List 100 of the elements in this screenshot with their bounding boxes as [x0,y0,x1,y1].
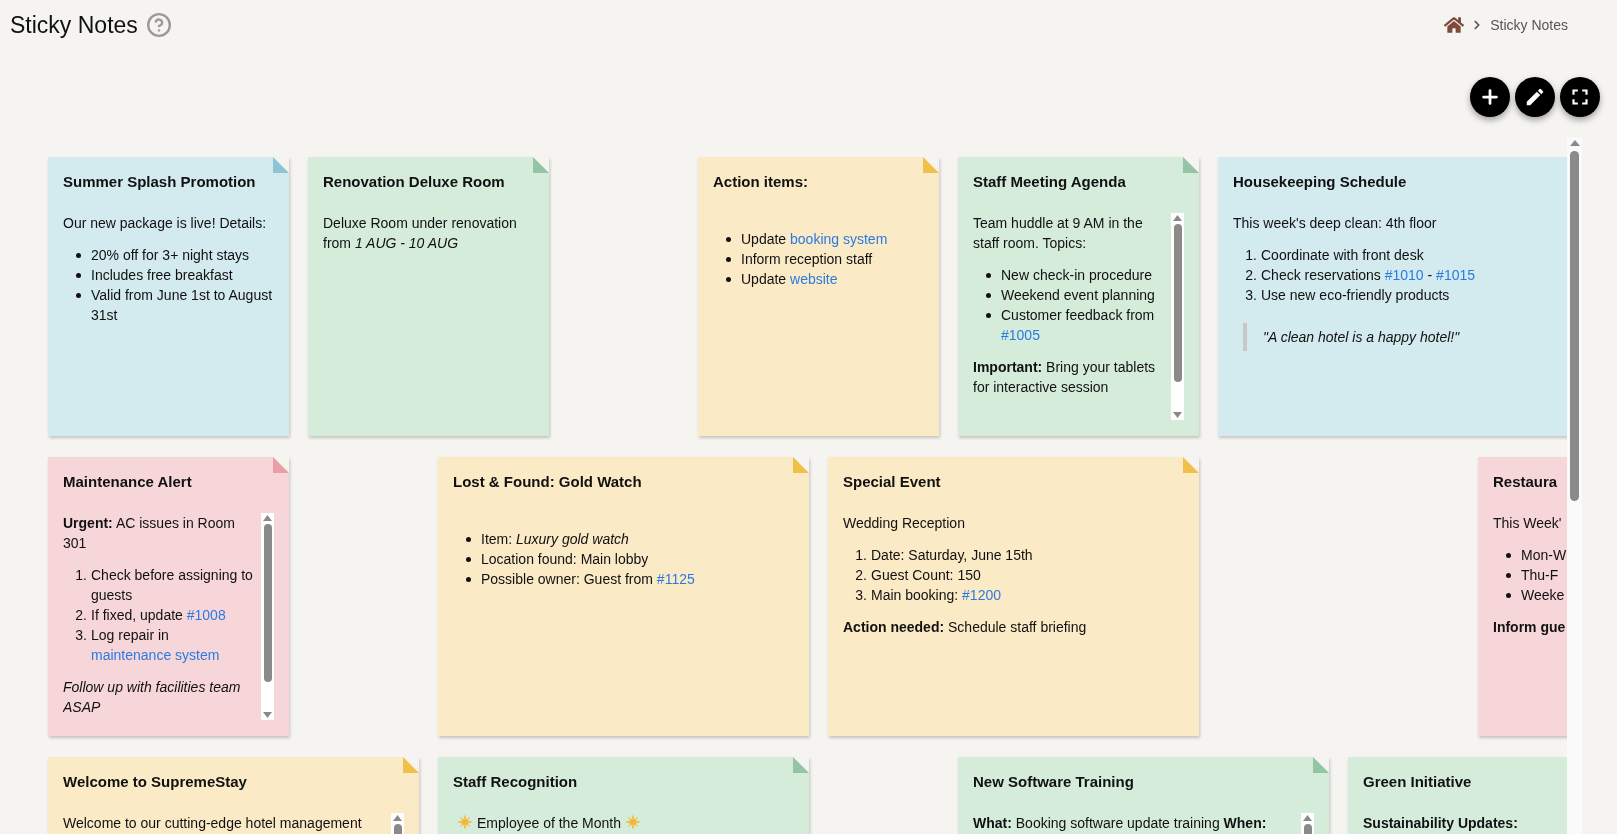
note-text: Follow up with facilities team ASAP [63,678,242,717]
note-text: This week's deep clean: 4th floor [1233,214,1438,233]
scroll-up-icon[interactable] [1569,140,1580,146]
list-number: 1. [855,546,867,565]
list-item: Guest Count: 150 [871,566,982,585]
list-item: Thu-F [1521,566,1560,585]
note-title: Restaura [1493,472,1558,492]
note-title: Action items: [713,172,808,192]
page-fold [533,157,549,173]
bullet-icon [726,237,731,242]
sticky-note[interactable]: Restaura This Week' Mon-W Thu-F Weeke Inform gue [1478,457,1567,736]
list-item: Inform reception staff [741,250,874,269]
add-button[interactable] [1470,77,1510,117]
list-item: Includes free breakfast [91,266,234,285]
edit-button[interactable] [1515,77,1555,117]
scroll-down-icon[interactable] [1173,412,1182,418]
list-item: Use new eco-friendly products [1261,286,1451,305]
note-text: This Week' [1493,514,1563,533]
sticky-note[interactable]: Maintenance Alert Urgent: AC issues in Room 301 1. Check before assigning to guests 2. If fixed, update #1008 3. Log repair in maintenance system Follow up with facilities team ASAP [48,457,289,736]
list-item: Update booking system [741,230,889,249]
list-item: Customer feedback from #1005 [1001,306,1156,345]
scroll-up-icon[interactable] [263,515,272,521]
list-item: If fixed, update #1008 [91,606,227,625]
sticky-note[interactable]: Welcome to SupremeStay Welcome to our cutting-edge hotel management [48,757,419,834]
list-item: Weekend event planning [1001,286,1156,305]
page-fold [1183,457,1199,473]
bullet-icon [1506,573,1511,578]
sticky-note[interactable]: New Software Training What: Booking software update training When: [958,757,1329,834]
page-fold [273,157,289,173]
bullet-icon [466,557,471,562]
bullet-icon [466,537,471,542]
sticky-note[interactable]: Staff Recognition Employee of the Month [438,757,809,834]
bullet-icon [986,293,991,298]
scrollbar-thumb[interactable] [1570,151,1579,501]
page-fold [1183,157,1199,173]
note-title: Housekeeping Schedule [1233,172,1407,192]
list-item: Item: Luxury gold watch [481,530,630,549]
link[interactable]: booking system [790,231,888,247]
link[interactable]: #1125 [656,571,695,587]
list-number: 3. [75,626,87,645]
sun-icon [457,814,473,830]
note-title: Renovation Deluxe Room [323,172,505,192]
note-text: Action needed: Schedule staff briefing [843,618,1088,637]
note-title: Staff Recognition [453,772,578,792]
sticky-note[interactable]: Lost & Found: Gold Watch Item: Luxury gold watch Location found: Main lobby Possible owner: Guest from #1125 [438,457,809,736]
page-fold [403,757,419,773]
note-title: Special Event [843,472,941,492]
note-title: New Software Training [973,772,1134,792]
scroll-up-icon[interactable] [393,815,402,821]
home-icon[interactable] [1444,15,1465,35]
bullet-icon [76,293,81,298]
list-item: 20% off for 3+ night stays [91,246,251,265]
sticky-note[interactable]: Summer Splash Promotion Our new package is live! Details: 20% off for 3+ night stays Includes free breakfast Valid from June 1st to August 31st [48,157,289,436]
sticky-note[interactable]: Staff Meeting Agenda Team huddle at 9 AM in the staff room. Topics: New check-in procedure Weekend event planning Customer feedback from #1005 Important: Bring your tablets for interactive session [958,157,1199,436]
link[interactable]: website [790,271,838,287]
note-title: Lost & Found: Gold Watch [453,472,642,492]
list-number: 3. [1245,286,1257,305]
page-fold [793,757,809,773]
note-title: Welcome to SupremeStay [63,772,247,792]
list-item: Update website [741,270,839,289]
note-text: Team huddle at 9 AM in the staff room. Topics: [973,214,1144,253]
page-fold [1313,757,1329,773]
sticky-note[interactable]: Action items: Update booking system Inform reception staff Update website [698,157,939,436]
fullscreen-button[interactable] [1560,77,1600,117]
sticky-note[interactable]: Green Initiative Sustainability Updates: [1348,757,1567,834]
note-text: Urgent: AC issues in Room 301 [63,514,236,553]
scrollbar[interactable] [1171,213,1184,420]
scrollbar[interactable] [1567,137,1582,834]
sun-icon [625,814,641,830]
scroll-up-icon[interactable] [1303,815,1312,821]
scroll-down-icon[interactable] [263,712,272,718]
note-text: Sustainability Updates: [1363,814,1519,833]
list-number: 2. [855,566,867,585]
note-text: Wedding Reception [843,514,966,533]
list-item: Valid from June 1st to August 31st [91,286,274,325]
scrollbar-thumb[interactable] [1173,224,1182,382]
scrollbar-thumb[interactable] [263,524,272,682]
list-item: Coordinate with front desk [1261,246,1425,265]
scroll-up-icon[interactable] [1173,215,1182,221]
bullet-icon [726,257,731,262]
list-number: 1. [75,566,87,585]
bullet-icon [76,253,81,258]
note-title: Staff Meeting Agenda [973,172,1126,192]
list-item: Date: Saturday, June 15th [871,546,1034,565]
sticky-note[interactable]: Special Event Wedding Reception 1. Date: Saturday, June 15th 2. Guest Count: 150 3. Main booking: #1200 Action needed: Schedule staff briefing [828,457,1199,736]
page-fold [793,457,809,473]
sticky-note[interactable]: Renovation Deluxe Room Deluxe Room under renovation from 1 AUG - 10 AUG [308,157,549,436]
scrollbar[interactable] [261,513,274,720]
list-item: Location found: Main lobby [481,550,650,569]
help-icon[interactable] [145,12,172,38]
list-item: Check before assigning to guests [91,566,254,605]
list-number: 2. [1245,266,1257,285]
list-number: 2. [75,606,87,625]
breadcrumb-item[interactable]: Sticky Notes [1490,14,1568,36]
link[interactable]: #1200 [962,587,1001,603]
bullet-icon [1506,593,1511,598]
list-number: 1. [1245,246,1257,265]
bullet-icon [986,313,991,318]
note-title: Summer Splash Promotion [63,172,256,192]
list-number: 3. [855,586,867,605]
